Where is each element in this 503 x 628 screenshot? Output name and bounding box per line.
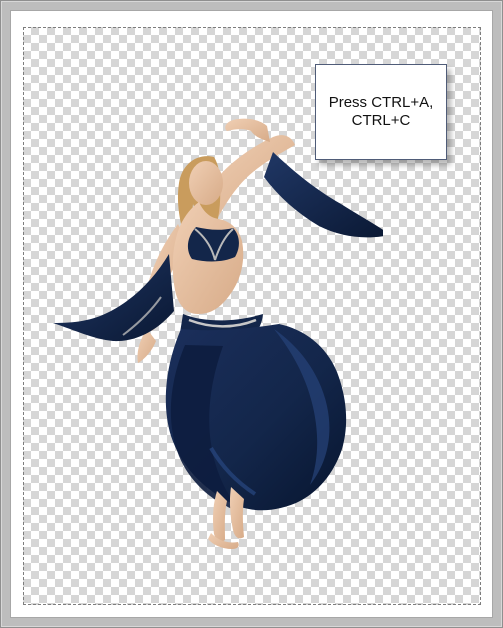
face — [189, 161, 223, 205]
dancer-icon — [53, 118, 383, 549]
document-canvas[interactable]: Press CTRL+A, CTRL+C — [10, 10, 493, 618]
right-sleeve — [264, 152, 383, 238]
raised-hand — [225, 118, 270, 142]
dancer-cutout-image — [43, 109, 383, 549]
image-editor-stage: Press CTRL+A, CTRL+C — [0, 0, 503, 628]
transparent-layer-canvas[interactable]: Press CTRL+A, CTRL+C — [23, 27, 481, 605]
